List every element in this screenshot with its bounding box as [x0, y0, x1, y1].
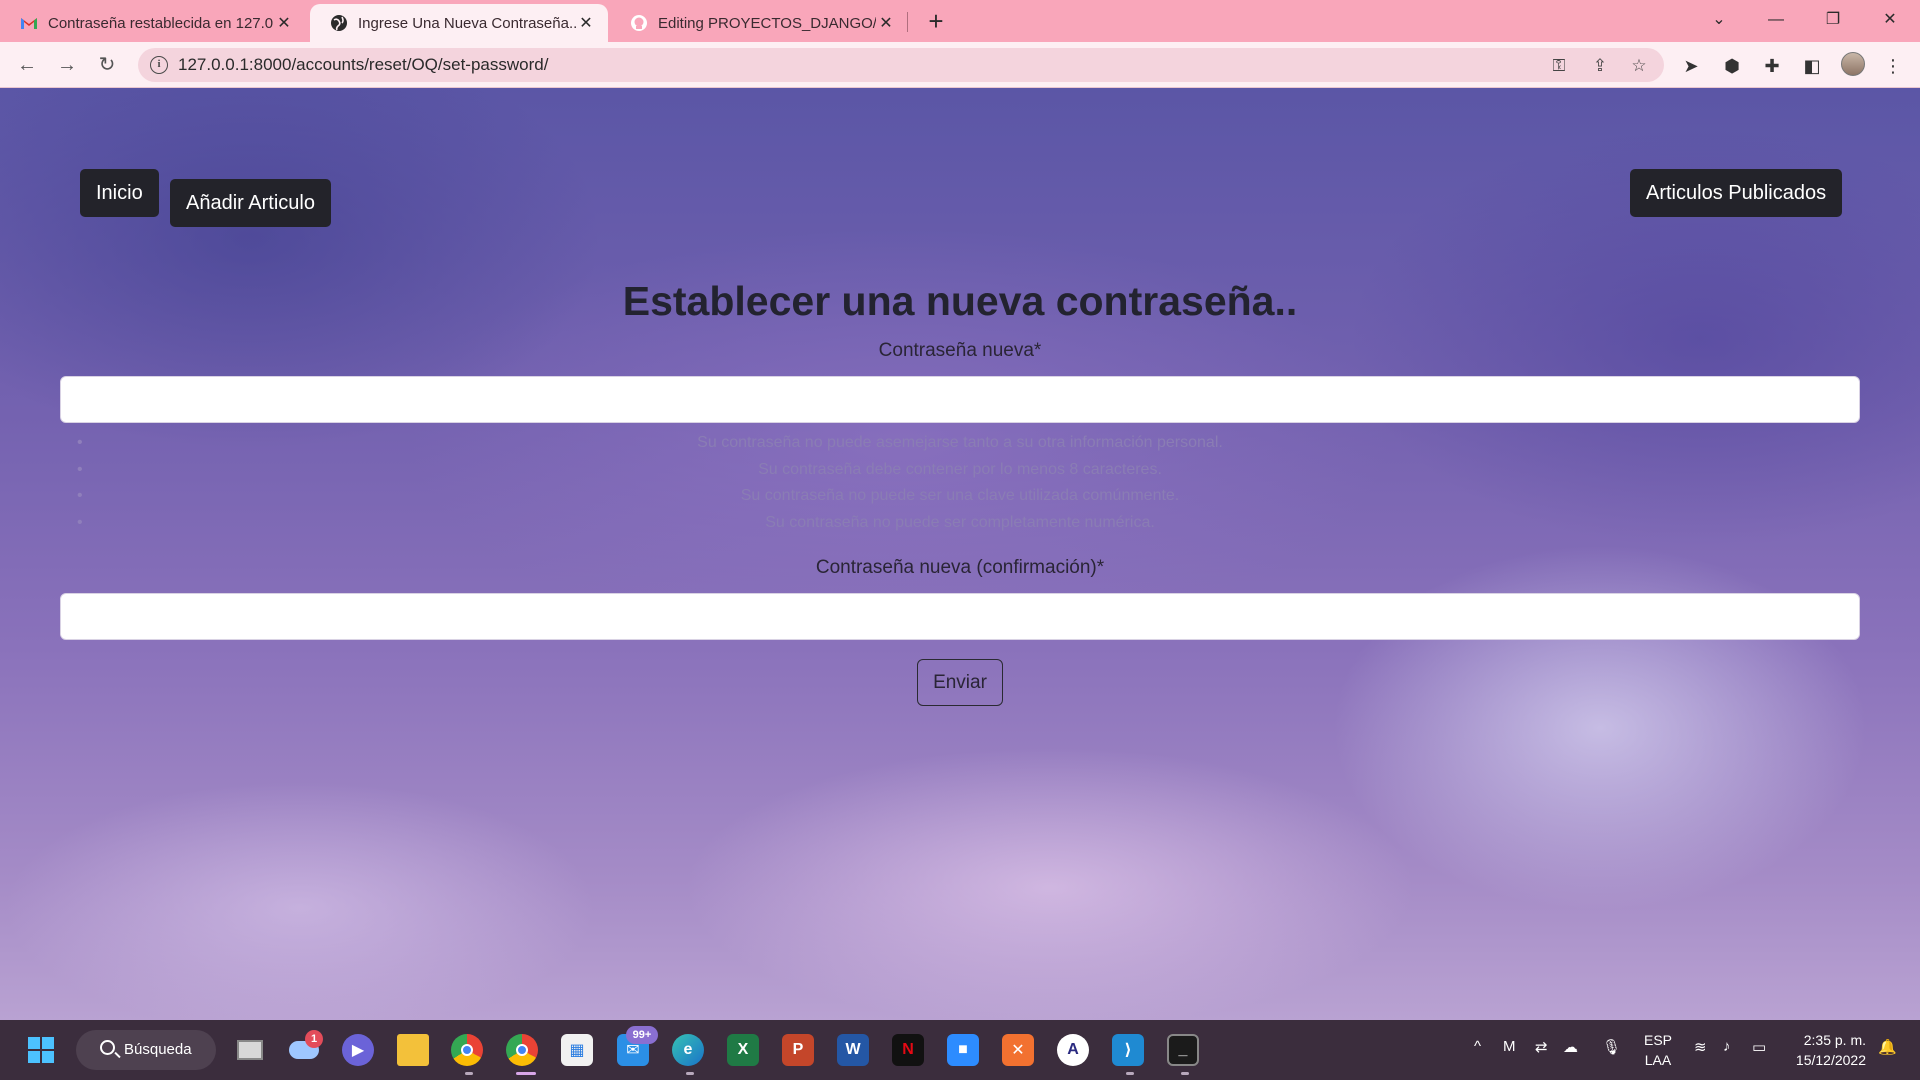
tab-strip: Contraseña restablecida en 127.0 ✕ Ingre…: [0, 0, 1920, 42]
gmail-tray-icon[interactable]: M: [1503, 1038, 1516, 1055]
date-text: 15/12/2022: [1795, 1052, 1866, 1068]
windows-start-icon[interactable]: [25, 1034, 57, 1066]
new-tab-button[interactable]: +: [922, 6, 950, 36]
battery-icon[interactable]: ▭: [1752, 1038, 1766, 1056]
tab-title: Editing PROYECTOS_DJANGO/RE: [658, 14, 876, 32]
home-button[interactable]: Inicio: [80, 169, 159, 217]
tab-title: Contraseña restablecida en 127.0: [48, 14, 274, 32]
excel-icon[interactable]: X: [727, 1034, 759, 1066]
forward-arrow-icon[interactable]: →: [53, 51, 81, 79]
profile-avatar[interactable]: [1841, 52, 1865, 76]
mail-badge: 99+: [626, 1026, 658, 1044]
tab-search-chevron-icon[interactable]: ⌄: [1697, 4, 1741, 36]
page-content: Inicio Añadir Articulo Articulos Publica…: [0, 88, 1920, 1020]
site-info-icon[interactable]: i: [150, 56, 168, 74]
language-indicator[interactable]: ESP LAA: [1643, 1030, 1673, 1070]
published-articles-button[interactable]: Articulos Publicados: [1630, 169, 1843, 217]
layout-code: LAA: [1644, 1052, 1672, 1068]
tab-github[interactable]: Editing PROYECTOS_DJANGO/RE ✕: [610, 4, 908, 42]
close-tab-icon[interactable]: ✕: [274, 13, 294, 33]
side-panel-icon[interactable]: ◧: [1799, 53, 1825, 79]
onedrive-icon[interactable]: ☁: [1563, 1038, 1578, 1056]
taskbar-search[interactable]: Búsqueda: [76, 1030, 216, 1070]
share-icon[interactable]: ⇪: [1589, 55, 1611, 77]
close-tab-icon[interactable]: ✕: [876, 13, 896, 33]
password-help-list: Su contraseña no puede asemejarse tanto …: [60, 430, 1860, 536]
search-label: Búsqueda: [124, 1041, 192, 1058]
taskbar: Búsqueda 1 ▶ ▦ ✉ 99+ e X P W N ■ ✕ A ⟩ _…: [0, 1020, 1920, 1080]
bookmark-star-icon[interactable]: ☆: [1628, 55, 1650, 77]
volume-icon[interactable]: ♪: [1723, 1038, 1731, 1055]
github-icon: [630, 14, 648, 32]
notifications-icon[interactable]: 🔔: [1878, 1038, 1897, 1056]
help-item: Su contraseña no puede ser una clave uti…: [60, 483, 1860, 510]
xampp-icon[interactable]: ✕: [1002, 1034, 1034, 1066]
globe-icon: [330, 14, 348, 32]
confirm-password-label: Contraseña nueva (confirmación)*: [815, 557, 1105, 578]
app-icon[interactable]: A: [1057, 1034, 1089, 1066]
url-text[interactable]: 127.0.0.1:8000/accounts/reset/OQ/set-pas…: [178, 55, 548, 75]
tab-reset-password[interactable]: Ingrese Una Nueva Contraseña.. ✕: [310, 4, 608, 42]
tab-separator: [907, 12, 908, 32]
task-view-icon[interactable]: [234, 1034, 266, 1066]
address-bar[interactable]: i 127.0.0.1:8000/accounts/reset/OQ/set-p…: [138, 48, 1664, 82]
vscode-icon[interactable]: ⟩: [1112, 1034, 1144, 1066]
cursor-extension-icon[interactable]: ➤: [1678, 53, 1704, 79]
add-article-button[interactable]: Añadir Articulo: [170, 179, 331, 227]
clock[interactable]: 2:35 p. m. 15/12/2022: [1786, 1030, 1866, 1070]
confirm-password-field[interactable]: [60, 593, 1860, 640]
netflix-icon[interactable]: N: [892, 1034, 924, 1066]
weather-badge: 1: [305, 1030, 323, 1048]
chevron-up-icon[interactable]: ^: [1474, 1038, 1481, 1055]
running-indicator: [1181, 1072, 1189, 1075]
microphone-icon[interactable]: 🎙: [1602, 1038, 1621, 1056]
help-item: Su contraseña no puede asemejarse tanto …: [60, 430, 1860, 457]
help-item: Su contraseña debe contener por lo menos…: [60, 457, 1860, 484]
wifi-icon[interactable]: ≋: [1694, 1038, 1707, 1056]
help-item: Su contraseña no puede ser completamente…: [60, 510, 1860, 537]
tab-title: Ingrese Una Nueva Contraseña..: [358, 14, 576, 32]
new-password-label: Contraseña nueva*: [878, 340, 1042, 361]
menu-kebab-icon[interactable]: ⋮: [1880, 53, 1906, 79]
edge-icon[interactable]: e: [672, 1034, 704, 1066]
powerpoint-icon[interactable]: P: [782, 1034, 814, 1066]
back-arrow-icon[interactable]: ←: [13, 51, 41, 79]
file-explorer-icon[interactable]: [397, 1034, 429, 1066]
extension-icon[interactable]: ⬢: [1719, 53, 1745, 79]
puzzle-extensions-icon[interactable]: ✚: [1759, 53, 1785, 79]
running-indicator: [1126, 1072, 1134, 1075]
gmail-icon: [20, 14, 38, 32]
language-code: ESP: [1643, 1032, 1672, 1048]
search-icon: [100, 1040, 115, 1055]
restore-button[interactable]: ❐: [1811, 4, 1855, 36]
new-password-field[interactable]: [60, 376, 1860, 423]
active-indicator: [516, 1072, 536, 1075]
teams-chat-icon[interactable]: ▶: [342, 1034, 374, 1066]
sync-icon[interactable]: ⇄: [1535, 1038, 1548, 1056]
running-indicator: [686, 1072, 694, 1075]
word-icon[interactable]: W: [837, 1034, 869, 1066]
time-text: 2:35 p. m.: [1803, 1032, 1866, 1048]
terminal-icon[interactable]: _: [1167, 1034, 1199, 1066]
running-indicator: [465, 1072, 473, 1075]
browser-toolbar: ← → ↻ i 127.0.0.1:8000/accounts/reset/OQ…: [0, 42, 1920, 88]
chrome-icon[interactable]: [451, 1034, 483, 1066]
page-title: Establecer una nueva contraseña..: [622, 278, 1298, 324]
chrome-profile-icon[interactable]: [506, 1034, 538, 1066]
tab-gmail[interactable]: Contraseña restablecida en 127.0 ✕: [0, 4, 306, 42]
close-tab-icon[interactable]: ✕: [576, 13, 596, 33]
reload-icon[interactable]: ↻: [93, 51, 121, 79]
submit-button[interactable]: Enviar: [917, 659, 1003, 706]
microsoft-store-icon[interactable]: ▦: [561, 1034, 593, 1066]
close-window-button[interactable]: ✕: [1868, 4, 1912, 36]
zoom-icon[interactable]: ■: [947, 1034, 979, 1066]
minimize-button[interactable]: —: [1754, 4, 1798, 36]
key-icon[interactable]: ⚿: [1548, 55, 1570, 77]
